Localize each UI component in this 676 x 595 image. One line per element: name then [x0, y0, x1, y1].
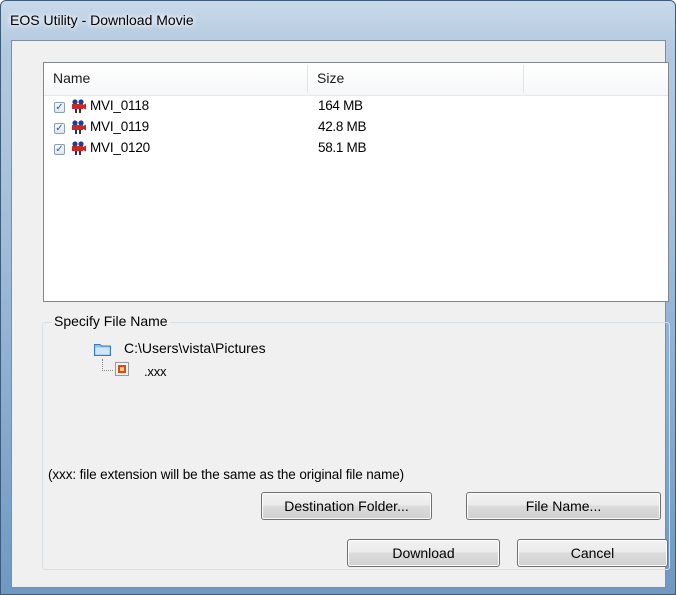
cancel-button[interactable]: Cancel — [517, 539, 668, 567]
row-checkbox[interactable]: ✓ — [54, 144, 65, 155]
destination-path: C:\Users\vista\Pictures — [124, 340, 266, 356]
file-name-button[interactable]: File Name... — [466, 492, 661, 520]
movie-camera-icon — [72, 99, 86, 113]
title-bar[interactable]: EOS Utility - Download Movie — [1, 1, 675, 41]
list-item[interactable]: ✓ MVI_0120 58.1 MB — [44, 139, 668, 158]
list-item[interactable]: ✓ MVI_0119 42.8 MB — [44, 118, 668, 137]
column-header-size[interactable]: Size — [308, 63, 522, 95]
file-name: MVI_0120 — [90, 140, 150, 155]
list-header: Name Size — [44, 63, 668, 96]
window-title: EOS Utility - Download Movie — [10, 12, 194, 28]
row-checkbox[interactable]: ✓ — [54, 123, 65, 134]
file-name: MVI_0118 — [90, 98, 149, 113]
file-extension: .xxx — [144, 364, 167, 379]
file-size: 164 MB — [318, 98, 363, 113]
download-movie-window: EOS Utility - Download Movie Name Size ✓… — [0, 0, 676, 595]
specify-file-name-group — [42, 322, 670, 570]
column-header-name[interactable]: Name — [44, 63, 306, 95]
movie-camera-icon — [72, 120, 86, 134]
destination-folder-button[interactable]: Destination Folder... — [261, 492, 432, 520]
extension-note: (xxx: file extension will be the same as… — [48, 467, 405, 482]
movie-file-list[interactable]: Name Size ✓ MVI_0118 164 MB ✓ MVI_0119 4… — [43, 62, 669, 302]
row-checkbox[interactable]: ✓ — [54, 102, 65, 113]
folder-icon — [94, 344, 111, 356]
list-item[interactable]: ✓ MVI_0118 164 MB — [44, 97, 668, 116]
movie-camera-icon — [72, 141, 86, 155]
column-separator[interactable] — [523, 65, 524, 93]
movie-file-icon — [115, 362, 129, 376]
file-size: 42.8 MB — [318, 119, 367, 134]
tree-connector — [102, 359, 113, 371]
file-name: MVI_0119 — [90, 119, 149, 134]
group-legend: Specify File Name — [52, 313, 170, 329]
file-size: 58.1 MB — [318, 140, 367, 155]
dialog-body: Name Size ✓ MVI_0118 164 MB ✓ MVI_0119 4… — [11, 40, 670, 588]
download-button[interactable]: Download — [347, 539, 500, 567]
